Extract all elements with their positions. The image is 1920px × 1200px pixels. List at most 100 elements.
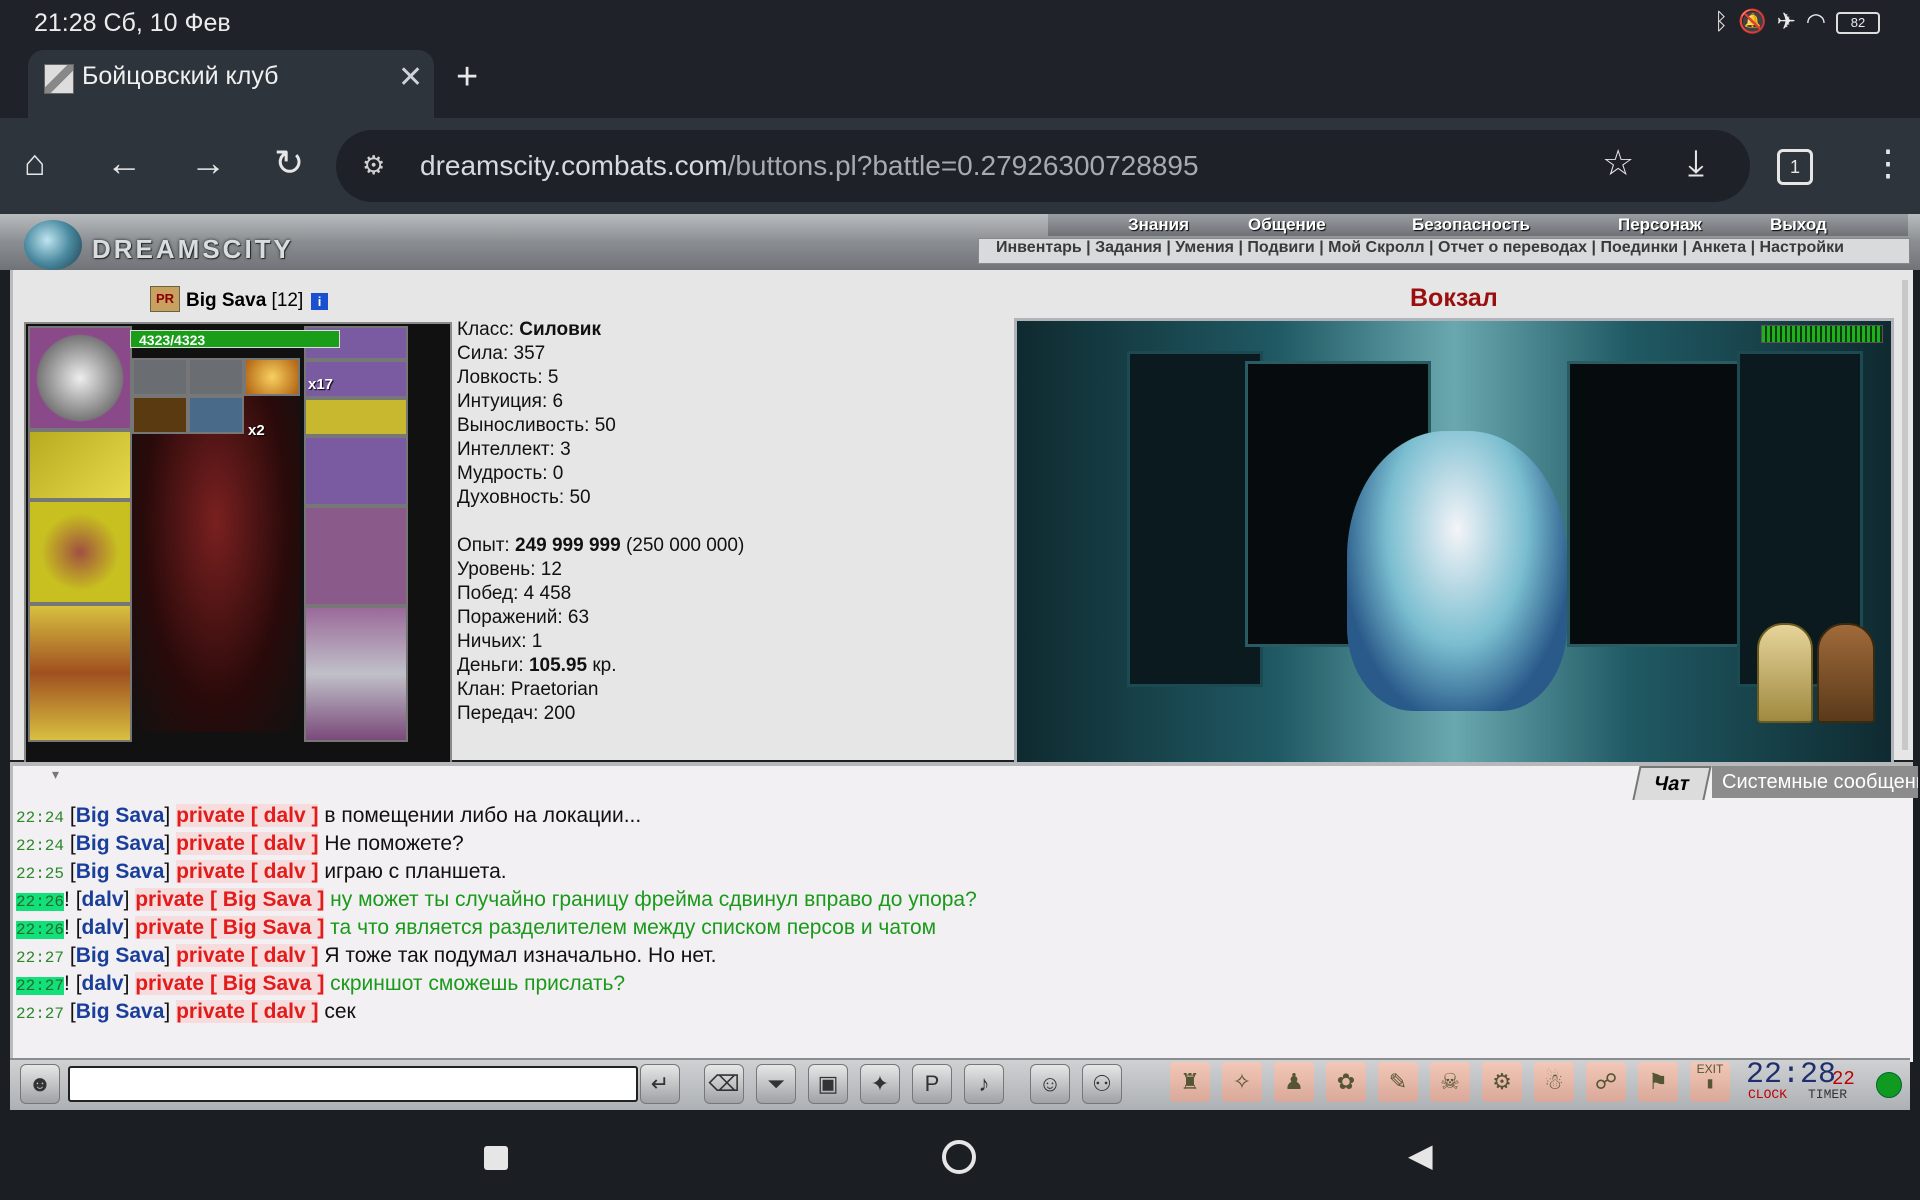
flag-icon[interactable]: ⚑ (1638, 1062, 1678, 1102)
menu-character[interactable]: Персонаж (1618, 215, 1702, 235)
message-time[interactable]: 22:26 (16, 921, 65, 939)
scroll-icon[interactable]: ✎ (1378, 1062, 1418, 1102)
map-icon[interactable]: ✿ (1326, 1062, 1366, 1102)
rings-slot[interactable] (304, 398, 408, 436)
home-nav-icon[interactable] (942, 1140, 976, 1174)
door-left[interactable] (1127, 351, 1263, 687)
doorway-center-right[interactable] (1567, 361, 1743, 647)
back-nav-icon[interactable]: ◀ (1408, 1136, 1433, 1174)
timer-label[interactable]: TIMER (1808, 1087, 1847, 1102)
forward-icon[interactable]: → (190, 142, 226, 184)
buff-slot-3[interactable] (244, 358, 300, 396)
bag-icon[interactable]: ♟ (1274, 1062, 1314, 1102)
menu-security[interactable]: Безопасность (1412, 215, 1530, 235)
bookmark-star-icon[interactable]: ☆ (1602, 142, 1634, 184)
gloves-slot[interactable] (304, 436, 408, 506)
site-settings-icon[interactable]: ⚙ (362, 150, 385, 181)
weapon-slot[interactable] (28, 500, 132, 604)
building-icon[interactable] (1757, 623, 1813, 723)
message-time[interactable]: 22:25 (16, 865, 64, 883)
clan-icon[interactable]: ☠ (1430, 1062, 1470, 1102)
chat-input[interactable] (68, 1066, 638, 1102)
submenu-settings[interactable]: Настройки (1760, 239, 1844, 256)
private-recipient[interactable]: private [ dalv ] (176, 944, 319, 967)
message-sender[interactable]: Big Sava (76, 860, 165, 883)
buff-slot-5[interactable] (188, 396, 244, 434)
back-icon[interactable]: ← (106, 142, 142, 184)
filter-icon[interactable]: ⏷ (756, 1064, 796, 1104)
submenu-skills[interactable]: Умения (1175, 239, 1234, 256)
send-message-button[interactable]: ↵ (640, 1064, 680, 1104)
message-sender[interactable]: Big Sava (76, 944, 165, 967)
message-sender[interactable]: Big Sava (76, 804, 165, 827)
private-recipient[interactable]: private [ dalv ] (176, 804, 319, 827)
menu-icon[interactable]: ⋮ (1870, 142, 1906, 184)
buff-slot-4[interactable] (132, 396, 188, 434)
private-recipient[interactable]: private [ Big Sava ] (135, 972, 325, 995)
chat-resize-icon[interactable]: ▾ (52, 766, 59, 783)
message-time[interactable]: 22:27 (16, 977, 65, 995)
armor-slot[interactable] (28, 604, 132, 742)
buff-slot-1[interactable] (132, 358, 188, 396)
friends-icon[interactable]: ☃ (1534, 1062, 1574, 1102)
private-recipient[interactable]: private [ Big Sava ] (135, 888, 325, 911)
submenu-transfers[interactable]: Отчет о переводах (1438, 239, 1587, 256)
buff-slot-2[interactable] (188, 358, 244, 396)
message-sender[interactable]: dalv (82, 888, 124, 911)
submenu-inventory[interactable]: Инвентарь (996, 239, 1082, 256)
players-icon[interactable]: ⚇ (1082, 1064, 1122, 1104)
menu-communication[interactable]: Общение (1248, 215, 1326, 235)
menu-exit[interactable]: Выход (1770, 215, 1827, 235)
group-icon[interactable]: ☍ (1586, 1062, 1626, 1102)
submenu-feats[interactable]: Подвиги (1247, 239, 1314, 256)
sound-icon[interactable]: ♪ (964, 1064, 1004, 1104)
smiley-icon[interactable]: ☺ (1030, 1064, 1070, 1104)
download-icon[interactable]: ⤓ (1688, 142, 1704, 185)
recents-icon[interactable] (484, 1146, 508, 1170)
character-menu-icon[interactable]: ♜ (1170, 1062, 1210, 1102)
url-text[interactable]: dreamscity.combats.com/buttons.pl?battle… (420, 150, 1199, 182)
tab-count-button[interactable]: 1 (1777, 149, 1813, 185)
message-time[interactable]: 22:27 (16, 949, 64, 967)
message-sender[interactable]: Big Sava (76, 1000, 165, 1023)
message-sender[interactable]: dalv (82, 916, 124, 939)
emote-icon[interactable]: ✦ (860, 1064, 900, 1104)
exit-button[interactable]: EXIT ▮ (1690, 1062, 1730, 1102)
station-guard-npc[interactable] (1347, 431, 1567, 711)
exit-door-icon[interactable] (1817, 623, 1875, 723)
menu-knowledge[interactable]: Знания (1128, 215, 1189, 235)
submenu-profile[interactable]: Анкета (1692, 239, 1747, 256)
message-time[interactable]: 22:24 (16, 809, 64, 827)
home-icon[interactable]: ⌂ (24, 142, 46, 184)
chat-speaker-icon[interactable]: ☻ (20, 1064, 60, 1104)
submenu-my-scroll[interactable]: Мой Скролл (1328, 239, 1424, 256)
helmet-slot[interactable] (28, 326, 132, 430)
magic-icon[interactable]: ✧ (1222, 1062, 1262, 1102)
message-time[interactable]: 22:27 (16, 1005, 64, 1023)
clear-chat-icon[interactable]: ⌫ (704, 1064, 744, 1104)
shield-slot[interactable] (304, 506, 408, 606)
bracers-slot[interactable] (28, 430, 132, 500)
new-tab-button[interactable]: + (456, 56, 478, 99)
boots-slot[interactable] (304, 606, 408, 742)
reload-icon[interactable]: ↻ (274, 142, 304, 184)
content-scrollbar[interactable] (1902, 280, 1908, 750)
message-sender[interactable]: Big Sava (76, 832, 165, 855)
character-name[interactable]: Big Sava [12] (186, 290, 303, 312)
private-recipient[interactable]: private [ dalv ] (176, 1000, 319, 1023)
save-icon[interactable]: ▣ (808, 1064, 848, 1104)
private-recipient[interactable]: private [ dalv ] (176, 832, 319, 855)
settings-icon[interactable]: ⚙ (1482, 1062, 1522, 1102)
tab-close-icon[interactable]: ✕ (398, 60, 423, 95)
message-sender[interactable]: dalv (82, 972, 124, 995)
tab-system-messages[interactable]: Системные сообщения (1712, 766, 1918, 798)
submenu-quests[interactable]: Задания (1095, 239, 1162, 256)
private-recipient[interactable]: private [ dalv ] (176, 860, 319, 883)
message-time[interactable]: 22:26 (16, 893, 65, 911)
tab-chat[interactable]: Чат (1632, 766, 1712, 800)
message-time[interactable]: 22:24 (16, 837, 64, 855)
private-recipient[interactable]: private [ Big Sava ] (135, 916, 325, 939)
info-icon[interactable]: i (311, 293, 328, 310)
private-toggle-icon[interactable]: P (912, 1064, 952, 1104)
submenu-battles[interactable]: Поединки (1600, 239, 1678, 256)
